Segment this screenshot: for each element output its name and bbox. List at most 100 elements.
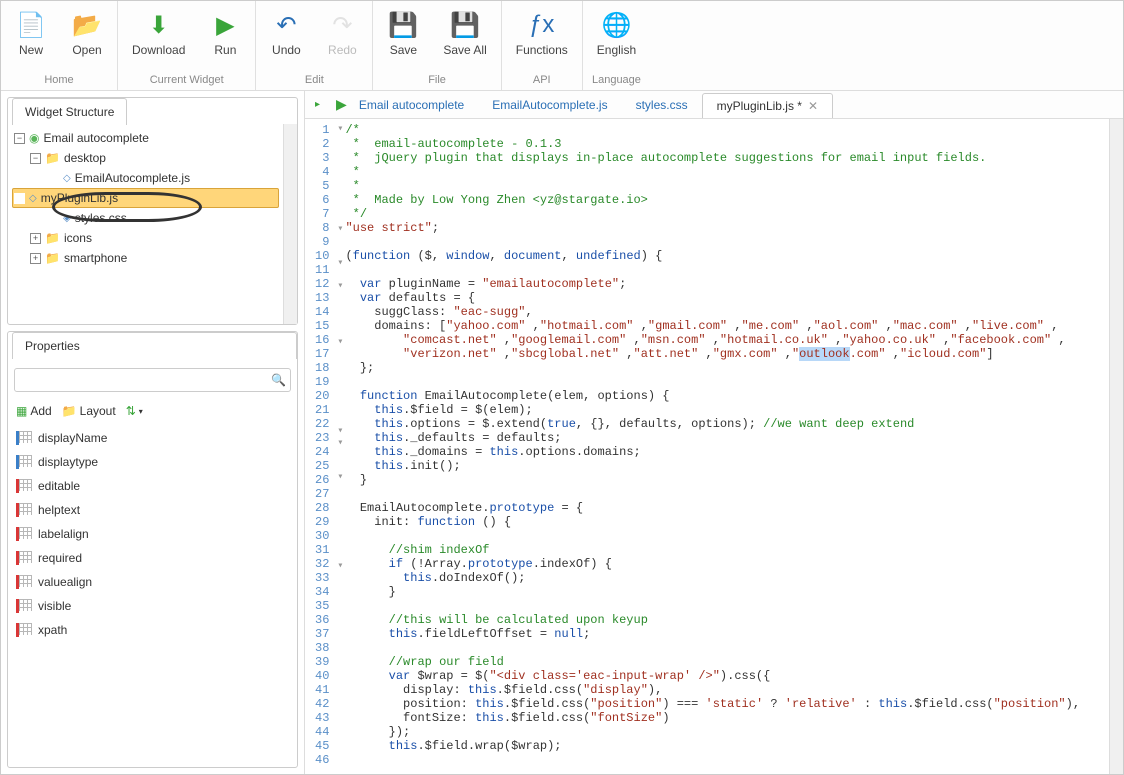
property-search-input[interactable]	[19, 373, 271, 387]
main-toolbar: 📄New📂OpenHome⬇Download▶RunCurrent Widget…	[1, 1, 1123, 91]
group-label: API	[533, 72, 551, 88]
open-label: Open	[72, 43, 101, 57]
tab-label: Email autocomplete	[359, 98, 464, 112]
saveall-button[interactable]: 💾 Save All	[437, 5, 492, 61]
properties-toolbar: ▦ Add 📁 Layout ⇅ ▾	[14, 400, 291, 426]
property-label: displayName	[38, 431, 107, 445]
tree-root-label: Email autocomplete	[43, 131, 148, 145]
property-visible[interactable]: visible	[14, 594, 291, 618]
editor-tab-styles-css[interactable]: styles.css	[622, 93, 702, 117]
new-label: New	[19, 43, 43, 57]
toolbar-group-language: 🌐 English Language	[583, 1, 650, 90]
tree-item-label: myPluginLib.js	[41, 191, 118, 205]
dropdown-icon: ▾	[139, 407, 143, 416]
widget-structure-tab[interactable]: Widget Structure	[12, 98, 127, 125]
undo-label: Undo	[272, 43, 301, 57]
js-file-icon: ◇	[29, 193, 37, 204]
editor-tab-EmailAutocomplete-js[interactable]: EmailAutocomplete.js	[478, 93, 621, 117]
tree-item-EmailAutocomplete-js[interactable]: ◇ EmailAutocomplete.js	[12, 168, 279, 188]
run-button[interactable]: ▶Run	[203, 5, 247, 61]
save-button[interactable]: 💾Save	[381, 5, 425, 61]
expand-icon[interactable]: −	[30, 153, 41, 164]
english-label: English	[597, 43, 636, 57]
property-label: valuealign	[38, 575, 92, 589]
collapse-icon[interactable]: −	[14, 133, 25, 144]
widget-tree: − ◉ Email autocomplete −📁desktop◇EmailAu…	[12, 128, 279, 268]
play-icon: ▶	[336, 96, 347, 113]
property-search[interactable]: 🔍	[14, 368, 291, 392]
layout-button[interactable]: 📁 Layout	[62, 404, 116, 418]
property-label: editable	[38, 479, 80, 493]
tree-item-styles-css[interactable]: ◈styles.css	[12, 208, 279, 228]
close-icon[interactable]: ✕	[808, 99, 818, 113]
tree-item-myPluginLib-js[interactable]: ◇ myPluginLib.js	[12, 188, 279, 208]
tree-item-icons[interactable]: + 📁 icons	[12, 228, 279, 248]
property-helptext[interactable]: helptext	[14, 498, 291, 522]
tree-item-smartphone[interactable]: +📁smartphone	[12, 248, 279, 268]
property-label: visible	[38, 599, 71, 613]
property-grid-icon	[19, 479, 32, 491]
saveall-icon: 💾	[449, 9, 481, 41]
tree-item-label: styles.css	[75, 211, 127, 225]
english-button[interactable]: 🌐 English	[591, 5, 642, 61]
undo-button[interactable]: ↶ Undo	[264, 5, 308, 61]
tree-item-desktop[interactable]: −📁desktop	[12, 148, 279, 168]
folder-icon: 📁	[45, 231, 60, 245]
properties-tab[interactable]: Properties	[12, 332, 297, 359]
editor-panel: ▸ ▶ Email autocomplete EmailAutocomplete.j…	[305, 91, 1123, 774]
widget-icon: ◉	[29, 131, 39, 145]
property-xpath[interactable]: xpath	[14, 618, 291, 642]
fold-column[interactable]: ▾ ▾ ▾ ▾ ▾ ▾ ▾ ▾ ▾	[335, 119, 345, 774]
left-sidebar: Widget Structure − ◉ Email autocomplete …	[1, 91, 305, 774]
save-icon: 💾	[387, 9, 419, 41]
folder-icon: 📁	[62, 404, 77, 418]
toolbar-group-home: 📄New 📂Open Home	[1, 1, 118, 90]
sort-button[interactable]: ⇅ ▾	[126, 404, 143, 418]
run-icon: ▶	[209, 9, 241, 41]
property-grid-icon	[19, 575, 32, 587]
saveall-label: Save All	[443, 43, 486, 57]
property-displaytype[interactable]: displaytype	[14, 450, 291, 474]
toolbar-group-edit: ↶ Undo ↷ Redo Edit	[256, 1, 373, 90]
editor-tab-myPluginLib-js-[interactable]: myPluginLib.js * ✕	[702, 93, 833, 118]
tree-item-label: desktop	[64, 151, 106, 165]
toolbar-group-file: 💾Save💾Save AllFile	[373, 1, 501, 90]
code-content[interactable]: /* * email-autocomplete - 0.1.3 * jQuery…	[345, 119, 1080, 774]
property-labelalign[interactable]: labelalign	[14, 522, 291, 546]
open-button[interactable]: 📂Open	[65, 5, 109, 61]
search-icon[interactable]: 🔍	[271, 373, 286, 387]
redo-icon: ↷	[326, 9, 358, 41]
group-label: Edit	[305, 72, 324, 88]
english-icon: 🌐	[600, 9, 632, 41]
editor-tabs: ▸ ▶ Email autocomplete EmailAutocomplete.j…	[305, 91, 1123, 119]
property-displayName[interactable]: displayName	[14, 426, 291, 450]
add-property-button[interactable]: ▦ Add	[16, 404, 52, 418]
tab-arrow-icon[interactable]: ▸	[315, 99, 320, 110]
js-file-icon: ◇	[63, 173, 71, 184]
property-valuealign[interactable]: valuealign	[14, 570, 291, 594]
property-label: xpath	[38, 623, 67, 637]
tree-item-label: EmailAutocomplete.js	[75, 171, 190, 185]
property-editable[interactable]: editable	[14, 474, 291, 498]
property-required[interactable]: required	[14, 546, 291, 570]
tab-label: myPluginLib.js *	[717, 99, 802, 113]
tree-scrollbar[interactable]	[283, 124, 297, 324]
expand-icon[interactable]: +	[30, 253, 41, 264]
group-label: Language	[592, 72, 641, 88]
editor-scrollbar[interactable]	[1109, 119, 1123, 774]
download-button[interactable]: ⬇Download	[126, 5, 191, 61]
property-grid-icon	[19, 599, 32, 611]
redo-label: Redo	[328, 43, 357, 57]
code-editor[interactable]: 1 2 3 4 5 6 7 8 9 10 11 12 13 14 15 16 1…	[305, 119, 1123, 774]
editor-tab-Email-autocomplete[interactable]: ▶ Email autocomplete	[322, 91, 478, 118]
tree-root[interactable]: − ◉ Email autocomplete	[12, 128, 279, 148]
new-button[interactable]: 📄New	[9, 5, 53, 61]
property-label: required	[38, 551, 82, 565]
expand-icon[interactable]: +	[30, 233, 41, 244]
property-list: displayName displaytype editable helptextla…	[14, 426, 291, 642]
tree-item-label: icons	[64, 231, 92, 245]
download-icon: ⬇	[143, 9, 175, 41]
undo-icon: ↶	[270, 9, 302, 41]
functions-button[interactable]: ƒxFunctions	[510, 5, 574, 61]
group-label: Home	[44, 72, 73, 88]
